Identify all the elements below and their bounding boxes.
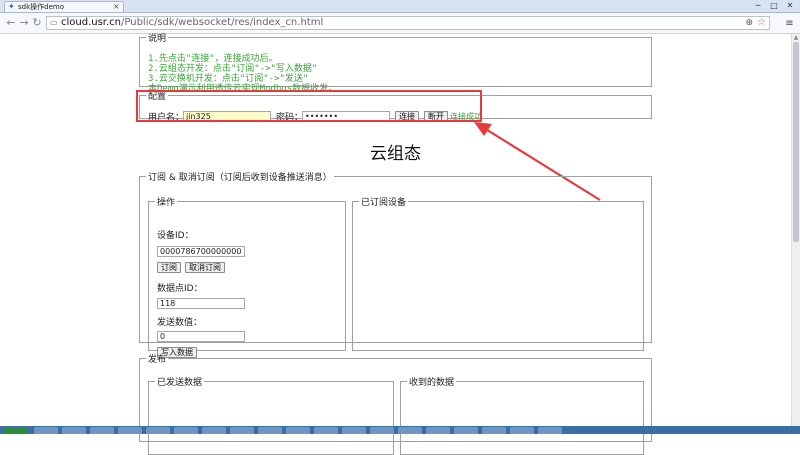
taskbar-app[interactable] [454,427,478,434]
forward-arrow-icon[interactable]: → [17,16,31,30]
instruction-line: 1.先点击"连接"，连接成功后。 [148,54,278,64]
instructions-text: 1.先点击"连接"，连接成功后。 2.云组态开发：点击"订阅"->"写入数据" … [148,54,337,94]
taskbar-app[interactable] [426,427,450,434]
taskbar-app[interactable] [398,427,422,434]
url-path: /Public/sdk/websocket/res/index_cn.html [121,17,324,28]
subscribed-devices-legend: 已订阅设备 [361,198,407,208]
subscribe-legend: 订阅 & 取消订阅（订阅后收到设备推送消息） [148,173,332,183]
tab-bar: ✦ sdk操作demo × ─ □ ✕ [0,0,800,13]
subscribe-button[interactable]: 订阅 [157,262,181,273]
taskbar-app[interactable] [202,427,226,434]
instruction-line: 2.云组态开发：点击"订阅"->"写入数据" [148,64,318,74]
taskbar-app[interactable] [90,427,114,434]
taskbar [0,426,800,434]
received-data-panel: 收到的数据 [400,375,644,455]
page-title: 云组态 [370,144,421,164]
send-value-input[interactable] [157,331,245,342]
datapoint-id-label: 数据点ID： [157,284,203,294]
window-controls: ─ □ ✕ [750,0,798,12]
url-host: cloud.usr.cn [61,17,122,28]
scroll-thumb[interactable] [793,42,799,242]
instructions-panel: 说明 1.先点击"连接"，连接成功后。 2.云组态开发：点击"订阅"->"写入数… [139,31,652,94]
hamburger-menu-icon[interactable]: ≡ [783,17,796,30]
sent-data-panel: 已发送数据 [148,375,394,455]
subscribe-panel: 订阅 & 取消订阅（订阅后收到设备推送消息） 操作 设备ID： 订阅 取消订阅 … [139,170,652,358]
close-tab-icon[interactable]: × [113,2,120,12]
publish-legend: 发布 [148,355,167,365]
highlight-annotation-box [136,90,482,122]
taskbar-app[interactable] [314,427,338,434]
taskbar-app[interactable] [174,427,198,434]
page-icon: ▭ [50,18,58,27]
taskbar-app[interactable] [286,427,310,434]
taskbar-app[interactable] [230,427,254,434]
datapoint-id-input[interactable] [157,298,245,309]
scroll-up-arrow-icon[interactable]: ▲ [792,34,800,41]
instruction-line: 3.云交换机开发：点击"订阅"->"发送" [148,74,309,84]
start-button[interactable] [4,427,28,434]
arrow-person-icon: ✦ [8,2,15,11]
annotation-arrow-head [474,122,492,136]
sent-data-legend: 已发送数据 [157,378,203,388]
send-value-label: 发送数值： [157,318,203,328]
taskbar-app[interactable] [342,427,366,434]
tab-title: sdk操作demo [18,3,64,11]
back-arrow-icon[interactable]: ← [4,16,18,30]
taskbar-app[interactable] [34,427,58,434]
vertical-scrollbar[interactable]: ▲ [791,34,800,426]
device-id-label: 设备ID： [157,231,194,241]
url-text[interactable]: cloud.usr.cn/Public/sdk/websocket/res/in… [61,17,323,29]
taskbar-app[interactable] [370,427,394,434]
close-window-icon[interactable]: ✕ [782,0,798,11]
operations-panel: 操作 设备ID： 订阅 取消订阅 数据点ID： 发送数值： 写入数据 [148,195,346,358]
reload-icon[interactable]: ↻ [30,16,44,30]
taskbar-app[interactable] [482,427,506,434]
taskbar-app[interactable] [510,427,534,434]
taskbar-app[interactable] [538,427,562,434]
taskbar-app[interactable] [258,427,282,434]
maximize-icon[interactable]: □ [766,0,782,11]
taskbar-app[interactable] [118,427,142,434]
unsubscribe-button[interactable]: 取消订阅 [185,262,225,273]
minimize-icon[interactable]: ─ [750,0,766,11]
taskbar-app[interactable] [62,427,86,434]
received-data-legend: 收到的数据 [409,378,455,388]
zoom-icon[interactable]: ⊕ [745,17,753,29]
star-icon[interactable]: ☆ [757,17,766,29]
subscribed-devices-panel: 已订阅设备 [352,195,644,351]
operations-legend: 操作 [157,198,176,208]
instructions-legend: 说明 [148,34,167,44]
browser-tab[interactable]: ✦ sdk操作demo × [4,1,124,12]
taskbar-app[interactable] [146,427,170,434]
device-id-input[interactable] [157,246,245,257]
address-bar[interactable]: ▭ cloud.usr.cn/Public/sdk/websocket/res/… [46,16,770,30]
